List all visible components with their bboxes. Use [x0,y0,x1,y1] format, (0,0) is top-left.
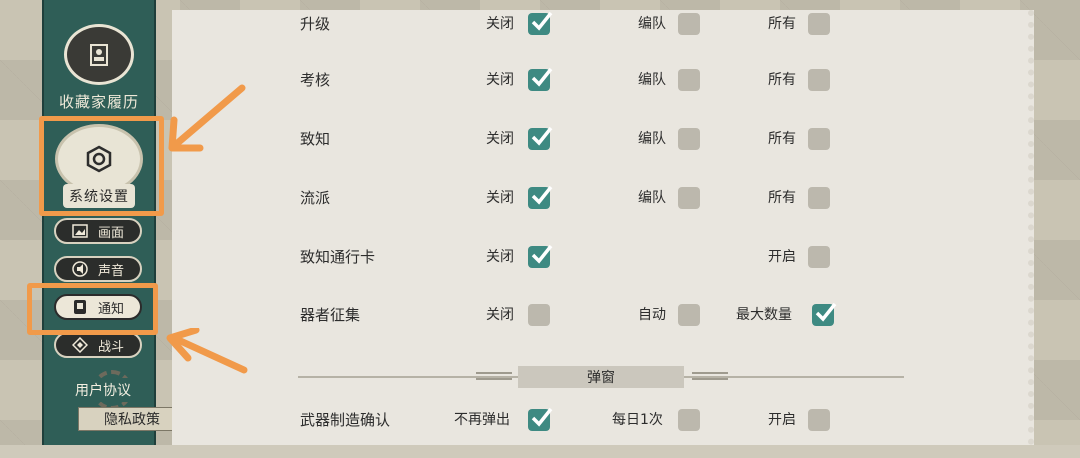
option-label: 编队 [638,16,666,32]
checkbox-team[interactable] [678,13,700,35]
option-label: 关闭 [486,131,514,147]
image-icon [72,223,88,239]
checkbox-daily[interactable] [678,409,700,431]
sidebar-item-label: 声音 [97,263,124,279]
setting-row-weapon-confirm: 武器制造确认 不再弹出 每日1次 开启 [172,407,1028,458]
checkbox-off[interactable] [528,67,553,91]
checkbox-never-show[interactable] [528,407,553,431]
option-label: 开启 [768,249,796,265]
sidebar-item-label: 画面 [97,225,124,241]
sidebar: 收藏家履历 系统设置 画面 声音 通知 战斗 用户协议 [42,0,156,445]
checkbox-all[interactable] [808,187,830,209]
option-label: 编队 [638,190,666,206]
sidebar-item-graphics[interactable]: 画面 [54,218,142,244]
setting-title: 致知 [300,130,331,148]
option-label: 开启 [768,412,796,428]
collection-profile-button[interactable]: 收藏家履历 [52,20,146,112]
option-label: 关闭 [486,249,514,265]
option-label: 所有 [768,131,796,147]
checkbox-auto[interactable] [678,304,700,326]
divider-ornament [692,372,728,380]
checkbox-team[interactable] [678,128,700,150]
option-label: 关闭 [486,72,514,88]
setting-title: 升级 [300,15,331,33]
speaker-icon [72,261,88,277]
checkbox-all[interactable] [808,69,830,91]
option-label: 编队 [638,72,666,88]
setting-title: 器者征集 [300,306,361,324]
setting-title: 流派 [300,189,331,207]
collector-badge-icon [64,24,134,85]
setting-title: 考核 [300,71,331,89]
setting-row-zhizhi-pass: 致知通行卡 关闭 开启 [172,244,1028,295]
checkbox-max[interactable] [812,302,837,326]
checkbox-team[interactable] [678,187,700,209]
divider-ornament [476,372,512,380]
user-agreement-link[interactable]: 用户协议 [58,378,148,402]
checkbox-off[interactable] [528,244,553,268]
checkbox-on[interactable] [808,409,830,431]
sidebar-item-battle[interactable]: 战斗 [54,332,142,358]
section-title-popup: 弹窗 [518,366,684,388]
checkbox-off[interactable] [528,185,553,209]
option-label: 所有 [768,72,796,88]
setting-row-assessment: 考核 关闭 编队 所有 [172,67,1028,118]
setting-row-collection: 器者征集 关闭 自动 最大数量 [172,302,1028,353]
option-label: 关闭 [486,307,514,323]
setting-row-zhizhi: 致知 关闭 编队 所有 [172,126,1028,177]
option-label: 关闭 [486,190,514,206]
arrow-icon [168,84,246,152]
setting-title: 致知通行卡 [300,248,376,266]
option-label: 自动 [638,307,666,323]
setting-row-school: 流派 关闭 编队 所有 [172,185,1028,236]
setting-title: 武器制造确认 [300,411,391,429]
sidebar-item-label: 战斗 [97,339,124,355]
checkbox-on[interactable] [808,246,830,268]
option-label: 所有 [768,190,796,206]
highlight-notification [27,283,158,335]
sidebar-item-sound[interactable]: 声音 [54,256,142,282]
checkbox-off[interactable] [528,126,553,150]
notification-settings-panel: 升级 关闭 编队 所有 考核 关闭 编队 所有 致知 关闭 编队 所有 流派 关… [172,10,1034,445]
arrow-icon [166,328,248,374]
checkbox-all[interactable] [808,13,830,35]
checkbox-off[interactable] [528,11,553,35]
setting-row-upgrade: 升级 关闭 编队 所有 [172,11,1028,62]
battle-icon [71,337,88,353]
option-label: 最大数量 [736,307,792,323]
highlight-system-settings [39,116,164,216]
option-label: 关闭 [486,16,514,32]
collection-profile-label: 收藏家履历 [58,93,139,111]
option-label: 不再弹出 [454,412,510,428]
option-label: 编队 [638,131,666,147]
option-label: 每日1次 [612,412,663,428]
checkbox-off[interactable] [528,304,550,326]
checkbox-all[interactable] [808,128,830,150]
privacy-policy-link[interactable]: 隐私政策 [78,407,186,431]
checkbox-team[interactable] [678,69,700,91]
option-label: 所有 [768,16,796,32]
